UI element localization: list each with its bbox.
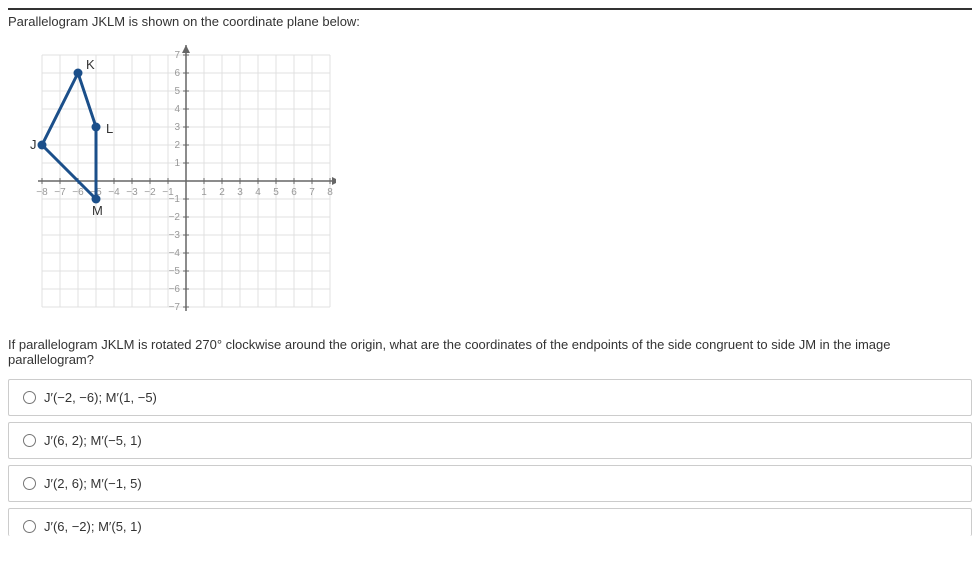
svg-text:−3: −3 [169,230,181,241]
svg-text:5: 5 [174,86,180,97]
option-a-label: J′(−2, −6); M′(1, −5) [44,390,157,405]
radio-d[interactable] [23,520,36,533]
question-text: If parallelogram JKLM is rotated 270° cl… [8,337,972,367]
svg-text:−7: −7 [54,187,66,198]
svg-text:−8: −8 [36,187,48,198]
svg-text:−3: −3 [126,187,138,198]
svg-text:3: 3 [174,122,180,133]
svg-text:4: 4 [174,104,180,115]
svg-text:6: 6 [174,68,180,79]
svg-text:−7: −7 [169,302,181,313]
svg-text:−2: −2 [169,212,181,223]
svg-text:−6: −6 [169,284,181,295]
svg-text:5: 5 [273,187,279,198]
option-d-label: J′(6, −2); M′(5, 1) [44,519,142,534]
svg-text:−6: −6 [72,187,84,198]
svg-text:L: L [106,121,113,136]
option-c-label: J′(2, 6); M′(−1, 5) [44,476,142,491]
option-b[interactable]: J′(6, 2); M′(−5, 1) [8,422,972,459]
svg-text:7: 7 [309,187,315,198]
option-b-label: J′(6, 2); M′(−5, 1) [44,433,142,448]
radio-b[interactable] [23,434,36,447]
radio-a[interactable] [23,391,36,404]
option-a[interactable]: J′(−2, −6); M′(1, −5) [8,379,972,416]
option-c[interactable]: J′(2, 6); M′(−1, 5) [8,465,972,502]
svg-text:−4: −4 [169,248,181,259]
svg-text:M: M [92,203,103,218]
svg-text:J: J [30,137,37,152]
svg-text:K: K [86,57,95,72]
svg-text:7: 7 [174,50,180,61]
option-d[interactable]: J′(6, −2); M′(5, 1) [8,508,972,536]
radio-c[interactable] [23,477,36,490]
svg-text:−2: −2 [144,187,156,198]
svg-text:1: 1 [201,187,207,198]
svg-text:−1: −1 [169,194,181,205]
svg-text:−4: −4 [108,187,120,198]
svg-text:1: 1 [174,158,180,169]
svg-text:2: 2 [174,140,180,151]
svg-text:2: 2 [219,187,225,198]
svg-text:8: 8 [327,187,333,198]
svg-text:6: 6 [291,187,297,198]
prompt-text: Parallelogram JKLM is shown on the coord… [8,14,972,29]
svg-text:3: 3 [237,187,243,198]
svg-text:−5: −5 [169,266,181,277]
svg-text:4: 4 [255,187,261,198]
coordinate-plane-graph: −8−7−6−5−4−3−2−112345678−7−6−5−4−3−2−112… [16,41,972,321]
